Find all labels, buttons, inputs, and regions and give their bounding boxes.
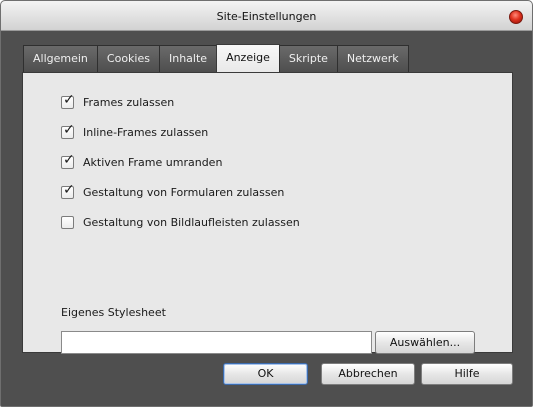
dialog-body: Allgemein Cookies Inhalte Anzeige Skript… <box>1 31 532 406</box>
option-active-frame-border[interactable]: ✓ Aktiven Frame umranden <box>61 152 223 169</box>
option-inline-frames[interactable]: ✓ Inline-Frames zulassen <box>61 122 209 139</box>
dialog-title: Site-Einstellungen <box>216 10 317 23</box>
option-label: Inline-Frames zulassen <box>83 126 209 139</box>
tab-cookies[interactable]: Cookies <box>96 45 160 72</box>
tab-skripte[interactable]: Skripte <box>278 45 338 72</box>
option-form-styling[interactable]: ✓ Gestaltung von Formularen zulassen <box>61 182 285 199</box>
title-bar[interactable]: Site-Einstellungen <box>1 1 532 31</box>
checkmark-icon: ✓ <box>63 152 75 168</box>
checkbox-scrollbar-styling[interactable] <box>61 216 74 229</box>
option-label: Aktiven Frame umranden <box>83 156 223 169</box>
stylesheet-input[interactable] <box>61 331 372 354</box>
checkmark-icon: ✓ <box>63 122 75 138</box>
tab-bar: Allgemein Cookies Inhalte Anzeige Skript… <box>23 44 409 72</box>
checkbox-frames[interactable]: ✓ <box>61 92 75 109</box>
tab-netzwerk[interactable]: Netzwerk <box>336 45 409 72</box>
checkbox-inline-frames[interactable]: ✓ <box>61 122 75 139</box>
ok-button[interactable]: OK <box>223 363 308 385</box>
checkmark-icon: ✓ <box>63 92 75 108</box>
checkmark-icon: ✓ <box>63 182 75 198</box>
option-label: Frames zulassen <box>83 96 175 109</box>
option-label: Gestaltung von Bildlaufleisten zulassen <box>83 216 300 229</box>
close-icon[interactable] <box>509 10 523 24</box>
option-label: Gestaltung von Formularen zulassen <box>83 186 285 199</box>
option-scrollbar-styling[interactable]: Gestaltung von Bildlaufleisten zulassen <box>61 216 300 229</box>
option-frames[interactable]: ✓ Frames zulassen <box>61 92 175 109</box>
cancel-button[interactable]: Abbrechen <box>321 363 415 385</box>
tab-anzeige[interactable]: Anzeige <box>216 44 280 72</box>
checkbox-form-styling[interactable]: ✓ <box>61 182 75 199</box>
site-settings-dialog: Site-Einstellungen Allgemein Cookies Inh… <box>0 0 533 407</box>
stylesheet-label: Eigenes Stylesheet <box>61 306 166 319</box>
tab-inhalte[interactable]: Inhalte <box>158 45 218 72</box>
browse-button[interactable]: Auswählen... <box>375 331 475 354</box>
anzeige-panel: ✓ Frames zulassen ✓ Inline-Frames zulass… <box>22 72 513 354</box>
checkbox-active-frame-border[interactable]: ✓ <box>61 152 75 169</box>
help-button[interactable]: Hilfe <box>421 363 513 385</box>
tab-allgemein[interactable]: Allgemein <box>23 45 98 72</box>
